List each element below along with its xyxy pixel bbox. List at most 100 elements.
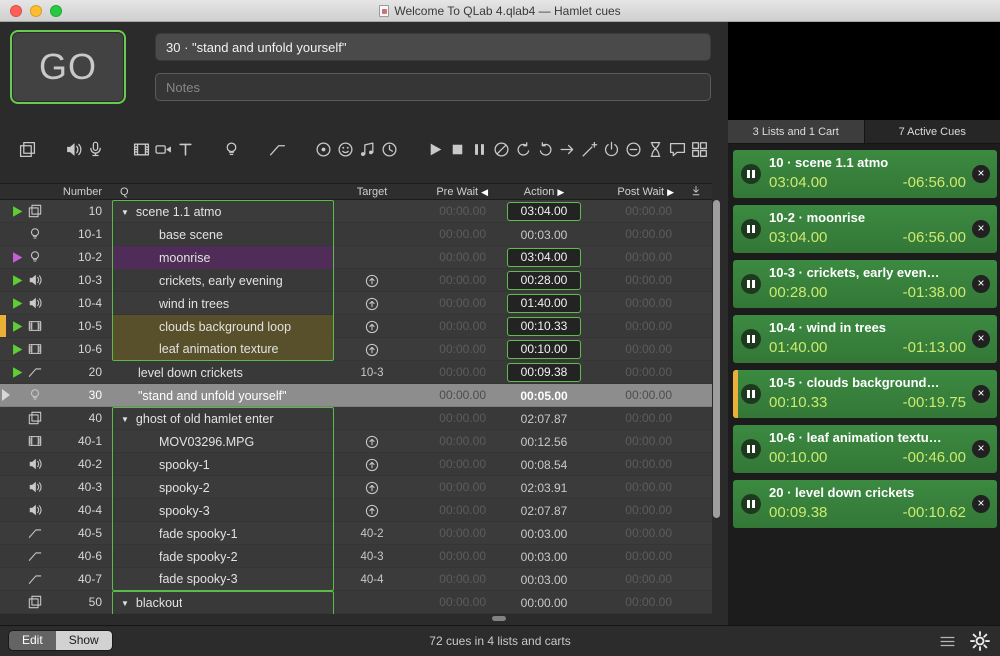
minimize-window-button[interactable] bbox=[30, 5, 42, 17]
light-cue-icon[interactable] bbox=[220, 137, 242, 161]
pause-cue-icon[interactable] bbox=[468, 137, 490, 161]
cue-row-20[interactable]: 20level down crickets10-300:00.0000:09.3… bbox=[0, 361, 712, 384]
stop-cue-button[interactable]: × bbox=[972, 275, 990, 293]
post-wait-value[interactable]: 00:00.00 bbox=[598, 200, 672, 222]
action-countdown-box[interactable]: 00:09.38 bbox=[507, 363, 581, 382]
video-cue-icon[interactable] bbox=[130, 137, 152, 161]
column-number[interactable]: Number bbox=[40, 184, 102, 200]
pre-wait-value[interactable]: 00:00.00 bbox=[410, 430, 486, 452]
pause-cue-button[interactable] bbox=[741, 274, 761, 294]
action-value[interactable]: 00:03.00 bbox=[490, 223, 598, 246]
pause-cue-button[interactable] bbox=[741, 219, 761, 239]
mic-cue-icon[interactable] bbox=[84, 137, 106, 161]
standby-cue-field[interactable] bbox=[155, 33, 711, 61]
active-cue-row[interactable]: 10-6 · leaf animation textu…00:10.00-00:… bbox=[733, 425, 997, 473]
close-window-button[interactable] bbox=[10, 5, 22, 17]
collapse-right-icon[interactable]: ▶ bbox=[557, 187, 564, 197]
list-view-icon[interactable] bbox=[939, 633, 956, 650]
action-value[interactable]: 00:08.54 bbox=[490, 453, 598, 476]
post-wait-value[interactable]: 00:00.00 bbox=[598, 499, 672, 521]
action-value[interactable]: 00:03.00 bbox=[490, 545, 598, 568]
pre-wait-value[interactable]: 00:00.00 bbox=[410, 568, 486, 590]
cue-row-40-6[interactable]: 40-6fade spooky-240-300:00.0000:03.0000:… bbox=[0, 545, 712, 568]
cue-row-50[interactable]: 50▼blackout00:00.0000:00.0000:00.00 bbox=[0, 591, 712, 614]
pre-wait-value[interactable]: 00:00.00 bbox=[410, 246, 486, 268]
pre-wait-value[interactable]: 00:00.00 bbox=[410, 361, 486, 383]
action-value[interactable]: 00:03.00 bbox=[490, 568, 598, 591]
horizontal-scrollbar[interactable] bbox=[492, 616, 506, 621]
disclosure-triangle[interactable]: ▼ bbox=[121, 208, 129, 217]
cue-row-40-1[interactable]: 40-1MOV03296.MPG00:00.0000:12.5600:00.00 bbox=[0, 430, 712, 453]
post-wait-value[interactable]: 00:00.00 bbox=[598, 361, 672, 383]
start-cue-icon[interactable] bbox=[424, 137, 446, 161]
action-countdown-box[interactable]: 01:40.00 bbox=[507, 294, 581, 313]
action-countdown-box[interactable]: 03:04.00 bbox=[507, 248, 581, 267]
column-post-wait[interactable]: Post Wait▶ bbox=[582, 184, 674, 200]
action-value[interactable]: 00:00.00 bbox=[490, 591, 598, 614]
post-wait-value[interactable]: 00:00.00 bbox=[598, 315, 672, 337]
pause-cue-button[interactable] bbox=[741, 164, 761, 184]
gear-icon[interactable] bbox=[970, 631, 990, 651]
collapse-right-icon-2[interactable]: ▶ bbox=[667, 187, 674, 197]
active-cue-row[interactable]: 10 · scene 1.1 atmo03:04.00-06:56.00× bbox=[733, 150, 997, 198]
pre-wait-value[interactable]: 00:00.00 bbox=[410, 476, 486, 498]
action-value[interactable]: 00:28.00 bbox=[490, 269, 598, 292]
action-countdown-box[interactable]: 03:04.00 bbox=[507, 202, 581, 221]
disclosure-triangle[interactable]: ▼ bbox=[121, 415, 129, 424]
post-wait-value[interactable]: 00:00.00 bbox=[598, 545, 672, 567]
pre-wait-value[interactable]: 00:00.00 bbox=[410, 292, 486, 314]
timecode-cue-icon[interactable] bbox=[378, 137, 400, 161]
cue-row-10-5[interactable]: 10-5clouds background loop00:00.0000:10.… bbox=[0, 315, 712, 338]
devamp-cue-icon[interactable] bbox=[534, 137, 556, 161]
post-wait-value[interactable]: 00:00.00 bbox=[598, 223, 672, 245]
cue-row-30[interactable]: 30"stand and unfold yourself"00:00.0000:… bbox=[0, 384, 712, 407]
stop-cue-button[interactable]: × bbox=[972, 495, 990, 513]
action-value[interactable]: 02:03.91 bbox=[490, 476, 598, 499]
action-countdown-box[interactable]: 00:10.33 bbox=[507, 317, 581, 336]
zoom-window-button[interactable] bbox=[50, 5, 62, 17]
cue-row-10-6[interactable]: 10-6leaf animation texture00:00.0000:10.… bbox=[0, 338, 712, 361]
cue-row-10-2[interactable]: 10-2moonrise00:00.0003:04.0000:00.00 bbox=[0, 246, 712, 269]
midi-cue-icon[interactable] bbox=[334, 137, 356, 161]
tab-active-cues[interactable]: 7 Active Cues bbox=[865, 120, 1000, 144]
post-wait-value[interactable]: 00:00.00 bbox=[598, 269, 672, 291]
midi-file-cue-icon[interactable] bbox=[356, 137, 378, 161]
collapse-left-icon[interactable]: ◀ bbox=[481, 187, 488, 197]
pre-wait-value[interactable]: 00:00.00 bbox=[410, 545, 486, 567]
reset-cue-icon[interactable] bbox=[512, 137, 534, 161]
memo-cue-icon[interactable] bbox=[666, 137, 688, 161]
action-value[interactable]: 01:40.00 bbox=[490, 292, 598, 315]
stop-cue-button[interactable]: × bbox=[972, 385, 990, 403]
stop-cue-button[interactable]: × bbox=[972, 165, 990, 183]
cart-cue-icon[interactable] bbox=[688, 137, 710, 161]
action-value[interactable]: 00:03.00 bbox=[490, 522, 598, 545]
pre-wait-value[interactable]: 00:00.00 bbox=[410, 269, 486, 291]
cue-row-40-2[interactable]: 40-2spooky-100:00.0000:08.5400:00.00 bbox=[0, 453, 712, 476]
cue-row-10-3[interactable]: 10-3crickets, early evening00:00.0000:28… bbox=[0, 269, 712, 292]
stop-cue-button[interactable]: × bbox=[972, 220, 990, 238]
pre-wait-value[interactable]: 00:00.00 bbox=[410, 200, 486, 222]
pre-wait-value[interactable]: 00:00.00 bbox=[410, 384, 486, 406]
column-pre-wait[interactable]: Pre Wait◀ bbox=[396, 184, 488, 200]
pause-cue-button[interactable] bbox=[741, 329, 761, 349]
pre-wait-value[interactable]: 00:00.00 bbox=[410, 407, 486, 429]
group-cue-icon[interactable] bbox=[16, 137, 38, 161]
active-cue-row[interactable]: 20 · level down crickets00:09.38-00:10.6… bbox=[733, 480, 997, 528]
pause-cue-button[interactable] bbox=[741, 439, 761, 459]
cue-row-40-4[interactable]: 40-4spooky-300:00.0002:07.8700:00.00 bbox=[0, 499, 712, 522]
camera-cue-icon[interactable] bbox=[152, 137, 174, 161]
wait-cue-icon[interactable] bbox=[644, 137, 666, 161]
notes-input[interactable] bbox=[155, 73, 711, 101]
pre-wait-value[interactable]: 00:00.00 bbox=[410, 453, 486, 475]
stop-cue-icon[interactable] bbox=[446, 137, 468, 161]
cue-row-10-4[interactable]: 10-4wind in trees00:00.0001:40.0000:00.0… bbox=[0, 292, 712, 315]
pre-wait-value[interactable]: 00:00.00 bbox=[410, 338, 486, 360]
arm-cue-icon[interactable] bbox=[600, 137, 622, 161]
post-wait-value[interactable]: 00:00.00 bbox=[598, 246, 672, 268]
post-wait-value[interactable]: 00:00.00 bbox=[598, 430, 672, 452]
goto-cue-icon[interactable] bbox=[556, 137, 578, 161]
post-wait-value[interactable]: 00:00.00 bbox=[598, 522, 672, 544]
disclosure-triangle[interactable]: ▼ bbox=[121, 599, 129, 608]
action-countdown-box[interactable]: 00:28.00 bbox=[507, 271, 581, 290]
vertical-scrollbar[interactable] bbox=[713, 200, 720, 518]
